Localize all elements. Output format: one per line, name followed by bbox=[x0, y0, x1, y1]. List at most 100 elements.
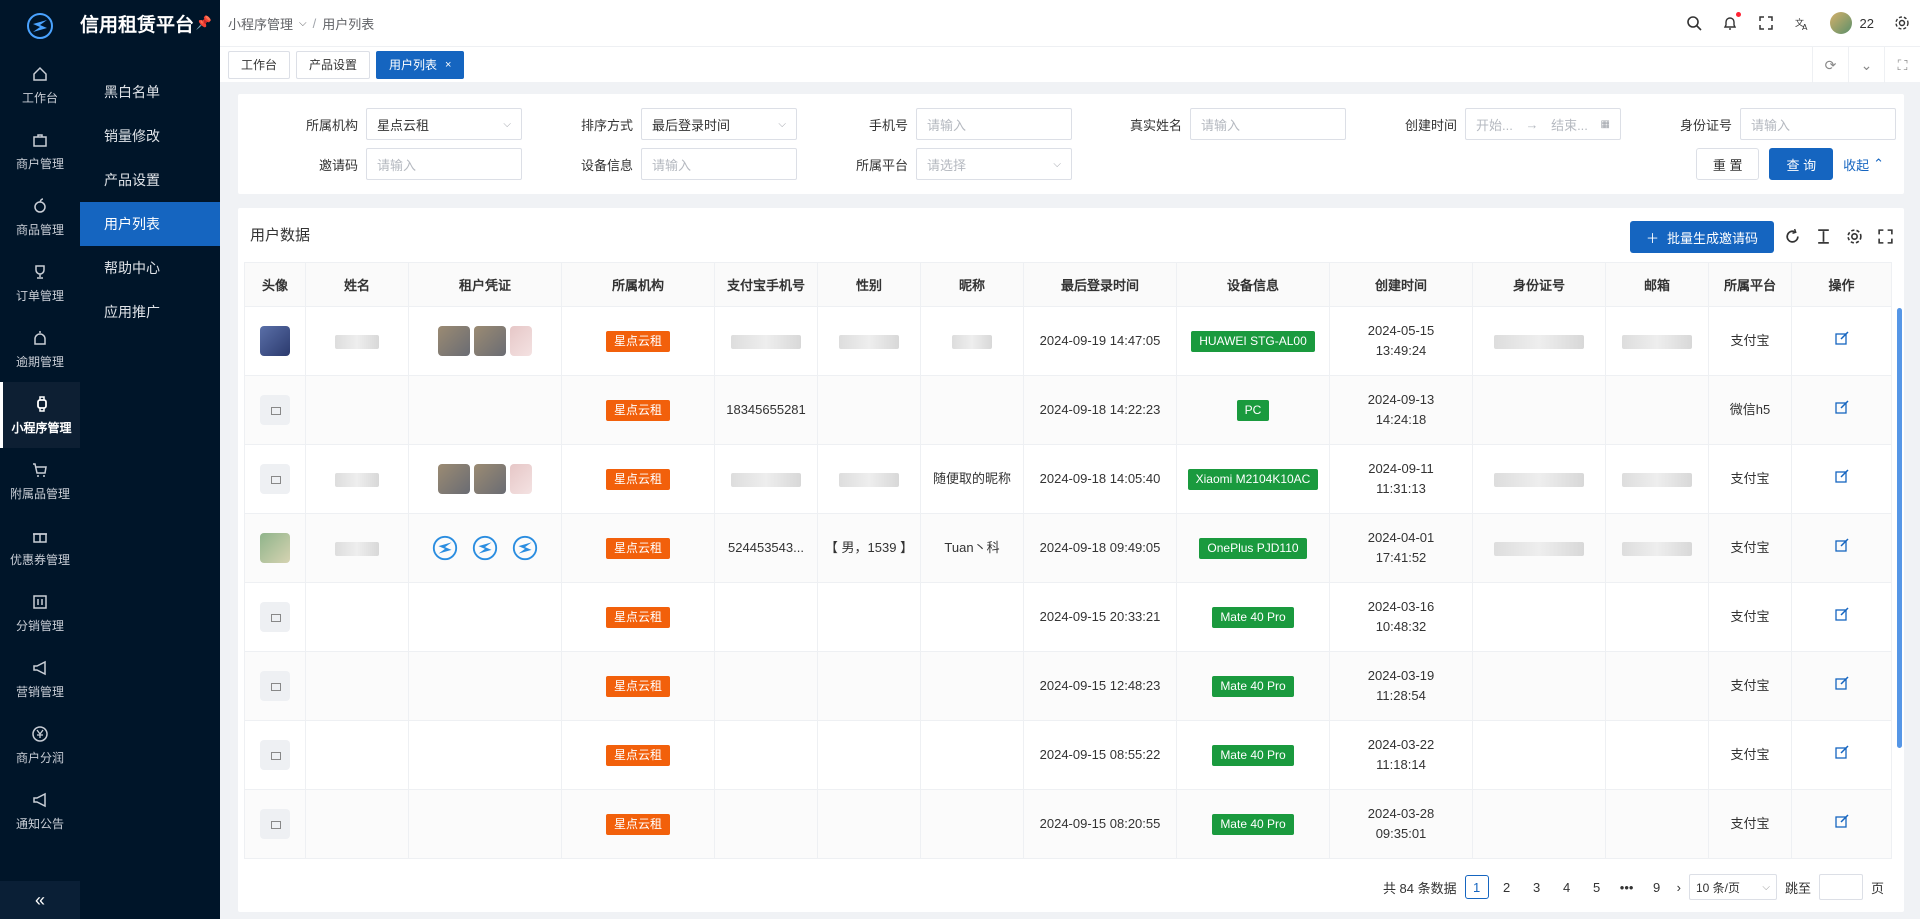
submenu-item-1[interactable]: 销量修改 bbox=[80, 114, 220, 158]
breadcrumb-parent[interactable]: 小程序管理 bbox=[228, 14, 293, 33]
avatar-cell bbox=[244, 651, 306, 721]
created-date-range[interactable]: 开始... → 结束... ▦ bbox=[1465, 108, 1621, 140]
reset-button[interactable]: 重 置 bbox=[1695, 148, 1760, 180]
edit-icon[interactable] bbox=[1834, 676, 1849, 690]
created-text: 2024-09-13 14:24:18 bbox=[1367, 392, 1435, 427]
rail-item-6[interactable]: 附属品管理 bbox=[0, 448, 80, 514]
rail-item-7[interactable]: 优惠券管理 bbox=[0, 514, 80, 580]
submenu-item-4[interactable]: 帮助中心 bbox=[80, 246, 220, 290]
realname-input[interactable]: 请输入 bbox=[1190, 108, 1346, 140]
table-row[interactable]: 星点云租 2024-09-15 08:20:55 Mate 40 Pro 2024-0… bbox=[244, 789, 1892, 859]
refresh-icon[interactable] bbox=[1784, 228, 1801, 245]
collapse-sidebar-button[interactable]: « bbox=[0, 881, 80, 919]
rail-item-0[interactable]: 工作台 bbox=[0, 52, 80, 118]
name-cell bbox=[305, 651, 409, 721]
table-row[interactable]: 星点云租 2024-09-19 14:47:05 HUAWEI STG-AL00 20… bbox=[244, 306, 1892, 376]
page-number[interactable]: 3 bbox=[1525, 875, 1549, 899]
next-page-icon[interactable]: › bbox=[1677, 880, 1681, 895]
sort-select[interactable]: 最后登录时间 ⌵ bbox=[641, 108, 797, 140]
chevron-down-icon[interactable]: ⌄ bbox=[1848, 47, 1884, 83]
edit-icon[interactable] bbox=[1834, 469, 1849, 483]
query-button[interactable]: 查 询 bbox=[1769, 148, 1834, 180]
tab-user-list[interactable]: 用户列表 × bbox=[376, 50, 465, 79]
edit-icon[interactable] bbox=[1834, 814, 1849, 828]
column-height-icon[interactable] bbox=[1815, 228, 1832, 245]
phone-input[interactable]: 请输入 bbox=[916, 108, 1072, 140]
avatar bbox=[260, 533, 290, 563]
settings-gear-icon[interactable] bbox=[1894, 15, 1910, 31]
rail-item-8[interactable]: 分销管理 bbox=[0, 580, 80, 646]
submenu-item-3[interactable]: 用户列表 bbox=[80, 202, 220, 246]
credential-thumb[interactable] bbox=[438, 464, 470, 494]
edit-icon[interactable] bbox=[1834, 607, 1849, 621]
credential-thumb[interactable] bbox=[510, 464, 532, 494]
nickname-cell: 随便取的昵称 bbox=[920, 444, 1024, 514]
table-row[interactable]: 星点云租 随便取的昵称 2024-09-18 14:05:40 Xiaomi M210… bbox=[244, 444, 1892, 514]
tab-label: 工作台 bbox=[241, 58, 278, 72]
platform-text: 支付宝 bbox=[1730, 678, 1770, 693]
batch-invite-button[interactable]: ＋ 批量生成邀请码 bbox=[1629, 221, 1774, 253]
rail-item-9[interactable]: 营销管理 bbox=[0, 646, 80, 712]
nickname-text: 随便取的昵称 bbox=[932, 471, 1011, 486]
submenu-item-5[interactable]: 应用推广 bbox=[80, 290, 220, 334]
fullscreen-icon[interactable] bbox=[1758, 15, 1774, 31]
page-number[interactable]: 4 bbox=[1555, 875, 1579, 899]
table-scrollbar[interactable] bbox=[1897, 308, 1902, 748]
page-number[interactable]: 5 bbox=[1585, 875, 1609, 899]
invite-input[interactable]: 请输入 bbox=[366, 148, 522, 180]
jump-page-input[interactable] bbox=[1818, 874, 1863, 900]
edit-icon[interactable] bbox=[1834, 400, 1849, 414]
translate-icon[interactable]: 文A bbox=[1794, 15, 1810, 31]
page-number[interactable]: 2 bbox=[1495, 875, 1519, 899]
idcard-input[interactable]: 请输入 bbox=[1740, 108, 1896, 140]
column-header: 操作 bbox=[1791, 262, 1892, 307]
table-row[interactable]: 星点云租 2024-09-15 20:33:21 Mate 40 Pro 2024-0… bbox=[244, 582, 1892, 652]
refresh-icon[interactable]: ⟳ bbox=[1812, 47, 1848, 83]
tab-product-settings[interactable]: 产品设置 bbox=[296, 50, 371, 79]
page-number[interactable]: 9 bbox=[1645, 875, 1669, 899]
column-header: 邮箱 bbox=[1605, 262, 1709, 307]
pin-icon[interactable]: 📌 bbox=[196, 15, 212, 31]
credential-thumb[interactable] bbox=[438, 326, 470, 356]
table-row[interactable]: 星点云租 18345655281 2024-09-18 14:22:23 PC 2024… bbox=[244, 375, 1892, 445]
table-row[interactable]: 星点云租 2024-09-15 08:55:22 Mate 40 Pro 2024-0… bbox=[244, 720, 1892, 790]
redacted-text bbox=[1494, 541, 1584, 556]
rail-item-1[interactable]: 商户管理 bbox=[0, 118, 80, 184]
page-size-select[interactable]: 10 条/页 ⌵ bbox=[1688, 874, 1777, 900]
table-row[interactable]: 星点云租 524453543... 【 男，1539 】 Tuan丶科 2024-09-… bbox=[244, 513, 1892, 583]
gender-text: 【 男，1539 】 bbox=[824, 540, 914, 555]
column-settings-icon[interactable] bbox=[1846, 228, 1863, 245]
org-select[interactable]: 星点云租 ⌵ bbox=[366, 108, 522, 140]
column-header: 创建时间 bbox=[1329, 262, 1473, 307]
redacted-text bbox=[839, 334, 899, 349]
submenu-item-0[interactable]: 黑白名单 bbox=[80, 70, 220, 114]
edit-icon[interactable] bbox=[1834, 745, 1849, 759]
rail-item-4[interactable]: 逾期管理 bbox=[0, 316, 80, 382]
user-menu[interactable]: 22 bbox=[1829, 12, 1874, 34]
platform-select[interactable]: 请选择 ⌵ bbox=[916, 148, 1072, 180]
edit-icon[interactable] bbox=[1834, 538, 1849, 552]
column-header: 姓名 bbox=[305, 262, 409, 307]
search-icon[interactable] bbox=[1686, 15, 1702, 31]
maximize-icon[interactable]: ⛶ bbox=[1884, 47, 1920, 83]
credential-cell bbox=[408, 306, 562, 376]
submenu-item-2[interactable]: 产品设置 bbox=[80, 158, 220, 202]
tab-workbench[interactable]: 工作台 bbox=[228, 50, 291, 79]
rail-item-11[interactable]: 通知公告 bbox=[0, 778, 80, 844]
page-number[interactable]: ••• bbox=[1615, 875, 1639, 899]
collapse-filter-link[interactable]: 收起 ⌃ bbox=[1843, 155, 1884, 174]
rail-item-2[interactable]: 商品管理 bbox=[0, 184, 80, 250]
page-number[interactable]: 1 bbox=[1464, 875, 1489, 899]
notification-bell-icon[interactable] bbox=[1722, 12, 1741, 31]
edit-icon[interactable] bbox=[1834, 331, 1849, 345]
rail-item-5[interactable]: 小程序管理 bbox=[0, 382, 80, 448]
rail-item-3[interactable]: 订单管理 bbox=[0, 250, 80, 316]
credential-thumb[interactable] bbox=[474, 464, 506, 494]
device-input[interactable]: 请输入 bbox=[641, 148, 797, 180]
credential-thumb[interactable] bbox=[510, 326, 532, 356]
fullscreen-icon[interactable] bbox=[1877, 228, 1894, 245]
table-row[interactable]: 星点云租 2024-09-15 12:48:23 Mate 40 Pro 2024-0… bbox=[244, 651, 1892, 721]
credential-thumb[interactable] bbox=[474, 326, 506, 356]
rail-item-10[interactable]: 商户分润 bbox=[0, 712, 80, 778]
close-icon[interactable]: × bbox=[445, 59, 451, 71]
